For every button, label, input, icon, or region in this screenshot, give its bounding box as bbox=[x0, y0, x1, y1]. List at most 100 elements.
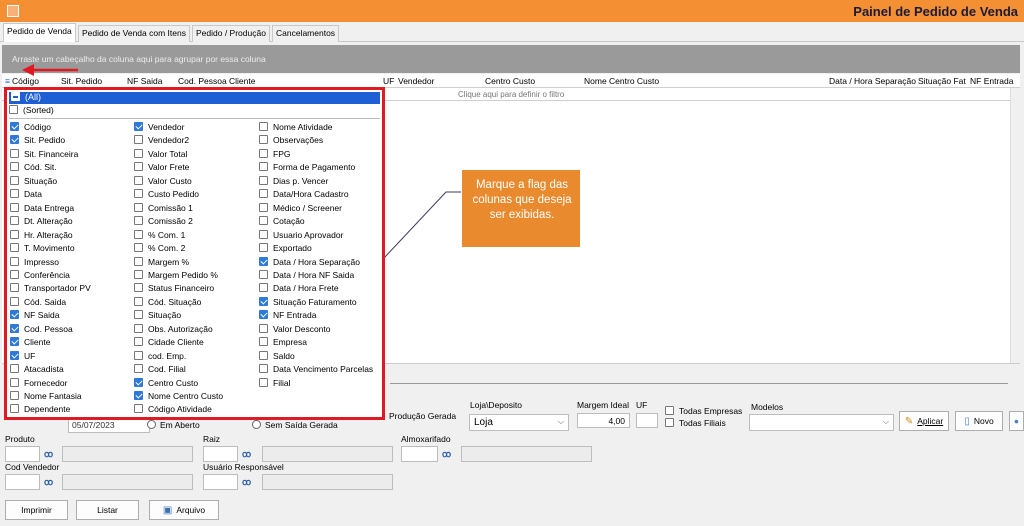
column-option[interactable]: Data Vencimento Parcelas bbox=[259, 364, 373, 376]
column-option[interactable]: Situação bbox=[10, 175, 57, 188]
option-sorted[interactable]: (Sorted) bbox=[9, 105, 54, 117]
column-option[interactable]: Hr. Alteração bbox=[10, 229, 73, 242]
column-option[interactable]: Empresa bbox=[259, 337, 307, 349]
column-option[interactable]: Situação bbox=[134, 310, 181, 322]
column-option[interactable]: Dias p. Vencer bbox=[259, 175, 328, 188]
column-option[interactable]: T. Movimento bbox=[10, 243, 75, 255]
column-option[interactable]: Código Atividade bbox=[134, 404, 212, 416]
column-option[interactable]: Valor Total bbox=[134, 148, 187, 161]
column-chooser-icon[interactable]: ≡ bbox=[5, 76, 10, 86]
column-option[interactable]: Obs. Autorização bbox=[134, 323, 213, 336]
column-option[interactable]: % Com. 1 bbox=[134, 229, 185, 242]
column-option[interactable]: Data / Hora Separação bbox=[259, 256, 360, 269]
column-option[interactable]: NF Saida bbox=[10, 310, 59, 322]
column-option[interactable]: Valor Frete bbox=[134, 162, 189, 174]
col-header-situacao-fat[interactable]: Situação Fat bbox=[918, 76, 969, 86]
column-option[interactable]: Comissão 1 bbox=[134, 202, 193, 215]
col-header-cliente[interactable]: Cliente bbox=[229, 76, 379, 86]
cod-vendedor-input[interactable] bbox=[5, 474, 40, 490]
column-option[interactable]: Custo Pedido bbox=[134, 189, 199, 201]
column-option[interactable]: FPG bbox=[259, 148, 290, 161]
tab-cancelamentos[interactable]: Cancelamentos bbox=[272, 25, 340, 42]
column-option[interactable]: Situação Faturamento bbox=[259, 296, 357, 309]
column-option[interactable]: Cidade Cliente bbox=[134, 337, 204, 349]
column-option[interactable]: Status Financeiro bbox=[134, 283, 214, 295]
aplicar-button[interactable]: ✎ Aplicar bbox=[899, 411, 949, 431]
col-header-nf-saida[interactable]: NF Saida bbox=[127, 76, 177, 86]
column-option[interactable]: Data / Hora Frete bbox=[259, 283, 339, 295]
column-option[interactable]: Centro Custo bbox=[134, 377, 198, 390]
checkbox-todas-empresas[interactable]: Todas Empresas bbox=[665, 406, 742, 416]
binoculars-search-icon[interactable]: ꝏ bbox=[242, 477, 251, 488]
column-option[interactable]: Impresso bbox=[10, 256, 59, 269]
column-option[interactable]: Data bbox=[10, 189, 42, 201]
loja-select[interactable]: Loja ⌵ bbox=[469, 414, 569, 431]
tab-pedido-venda-itens[interactable]: Pedido de Venda com Itens bbox=[78, 25, 190, 42]
column-option[interactable]: Margem Pedido % bbox=[134, 269, 218, 282]
binoculars-search-icon[interactable]: ꝏ bbox=[44, 477, 53, 488]
col-header-uf[interactable]: UF bbox=[383, 76, 397, 86]
usuario-code-input[interactable] bbox=[203, 474, 238, 490]
grid-vertical-scrollbar[interactable] bbox=[1010, 88, 1020, 363]
column-option[interactable]: Observações bbox=[259, 135, 323, 147]
column-option[interactable]: Conferência bbox=[10, 269, 70, 282]
column-option[interactable]: Data / Hora NF Saida bbox=[259, 269, 354, 282]
option-all[interactable]: (All) bbox=[9, 92, 380, 104]
column-option[interactable]: Transportador PV bbox=[10, 283, 91, 295]
listar-button[interactable]: Listar bbox=[76, 500, 139, 520]
binoculars-search-icon[interactable]: ꝏ bbox=[44, 449, 53, 460]
radio-sem-saida[interactable]: Sem Saída Gerada bbox=[252, 420, 338, 430]
column-option[interactable]: Usuario Aprovador bbox=[259, 229, 343, 242]
column-option[interactable]: Cód. Saida bbox=[10, 296, 66, 309]
radio-em-aberto[interactable]: Em Aberto bbox=[147, 420, 200, 430]
column-option[interactable]: Vendedor2 bbox=[134, 135, 189, 147]
column-option[interactable]: % Com. 2 bbox=[134, 243, 185, 255]
group-by-panel[interactable]: Arraste um cabeçalho da coluna aqui para… bbox=[2, 45, 1020, 73]
column-option[interactable]: UF bbox=[10, 350, 35, 363]
raiz-code-input[interactable] bbox=[203, 446, 238, 462]
checkbox-todas-filiais[interactable]: Todas Filiais bbox=[665, 418, 726, 428]
column-option[interactable]: Valor Desconto bbox=[259, 323, 330, 336]
column-option[interactable]: Cód. Situação bbox=[134, 296, 201, 309]
column-option[interactable]: Saldo bbox=[259, 350, 295, 363]
modelos-select[interactable]: ⌵ bbox=[749, 414, 894, 431]
column-option[interactable]: Cod. Pessoa bbox=[10, 323, 73, 336]
arquivo-button[interactable]: ▣ Arquivo bbox=[149, 500, 219, 520]
column-option[interactable]: Data/Hora Cadastro bbox=[259, 189, 349, 201]
column-option[interactable]: Data Entrega bbox=[10, 202, 74, 215]
tab-pedido-venda[interactable]: Pedido de Venda bbox=[3, 23, 76, 42]
column-option[interactable]: Sit. Pedido bbox=[10, 135, 65, 147]
column-option[interactable]: Comissão 2 bbox=[134, 216, 193, 228]
column-option[interactable]: NF Entrada bbox=[259, 310, 316, 322]
col-header-cod-pessoa[interactable]: Cod. Pessoa bbox=[178, 76, 227, 86]
column-option[interactable]: Atacadista bbox=[10, 364, 64, 376]
col-header-centro-custo[interactable]: Centro Custo bbox=[485, 76, 583, 86]
binoculars-search-icon[interactable]: ꝏ bbox=[442, 449, 451, 460]
tab-pedido-producao[interactable]: Pedido / Produção bbox=[192, 25, 270, 42]
column-option[interactable]: Nome Centro Custo bbox=[134, 391, 223, 403]
column-option[interactable]: cod. Emp. bbox=[134, 350, 186, 363]
column-option[interactable]: Vendedor bbox=[134, 122, 184, 134]
produto-code-input[interactable] bbox=[5, 446, 40, 462]
extra-button[interactable]: ● bbox=[1009, 411, 1024, 431]
column-option[interactable]: Cód. Sit. bbox=[10, 162, 57, 174]
column-option[interactable]: Filial bbox=[259, 377, 290, 390]
column-option[interactable]: Dt. Alteração bbox=[10, 216, 73, 228]
column-option[interactable]: Código bbox=[10, 122, 51, 134]
column-option[interactable]: Margem % bbox=[134, 256, 189, 269]
column-option[interactable]: Médico / Screener bbox=[259, 202, 342, 215]
col-header-nome-centro-custo[interactable]: Nome Centro Custo bbox=[584, 76, 828, 86]
imprimir-button[interactable]: Imprimir bbox=[5, 500, 68, 520]
margem-ideal-input[interactable]: 4,00 bbox=[577, 413, 630, 428]
column-option[interactable]: Cotação bbox=[259, 216, 305, 228]
binoculars-search-icon[interactable]: ꝏ bbox=[242, 449, 251, 460]
col-header-vendedor[interactable]: Vendedor bbox=[398, 76, 484, 86]
column-option[interactable]: Forma de Pagamento bbox=[259, 162, 355, 174]
column-option[interactable]: Nome Fantasia bbox=[10, 391, 82, 403]
column-option[interactable]: Dependente bbox=[10, 404, 70, 416]
column-option[interactable]: Fornecedor bbox=[10, 377, 67, 390]
producao-gerada-label[interactable]: Produção Gerada bbox=[389, 411, 456, 421]
uf-input[interactable] bbox=[636, 413, 658, 428]
col-header-nf-entrada[interactable]: NF Entrada bbox=[970, 76, 1018, 86]
column-option[interactable]: Cod. Filial bbox=[134, 364, 186, 376]
